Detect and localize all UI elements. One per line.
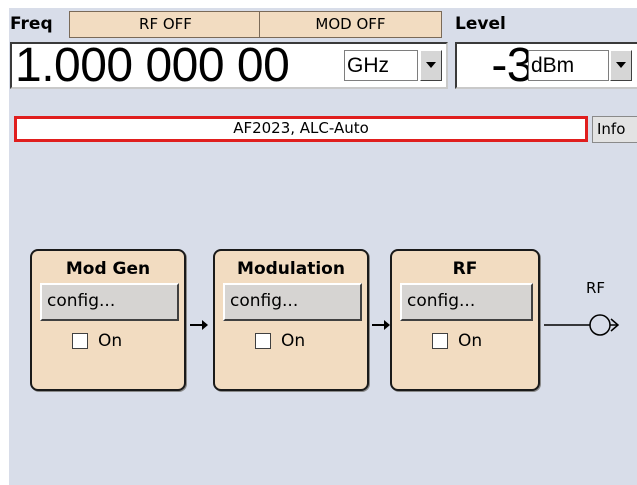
frequency-unit-dropdown-button[interactable] — [420, 50, 442, 81]
rf-config-button[interactable]: config... — [400, 283, 533, 321]
rf-off-button[interactable]: RF OFF — [69, 11, 262, 38]
level-unit-dropdown-button[interactable] — [610, 50, 632, 81]
info-button[interactable]: Info — [592, 116, 637, 143]
rf-on-checkbox[interactable] — [432, 333, 448, 349]
mod-off-button[interactable]: MOD OFF — [259, 11, 442, 38]
rf-block: RF config... On — [390, 249, 540, 391]
mod-gen-title: Mod Gen — [65, 259, 151, 279]
rf-output-connector-icon — [544, 314, 620, 336]
modulation-title: Modulation — [237, 259, 345, 279]
freq-label: Freq — [10, 14, 53, 34]
dropdown-arrow-icon — [616, 62, 626, 68]
dropdown-arrow-icon — [426, 62, 436, 68]
signal-generator-panel: Freq RF OFF MOD OFF Level 1.000 000 00 G… — [9, 8, 637, 485]
level-value[interactable]: -3 — [491, 42, 533, 90]
level-field[interactable]: -3 dBm — [455, 42, 637, 90]
rf-title: RF — [452, 259, 478, 279]
frequency-field[interactable]: 1.000 000 00 GHz — [10, 42, 448, 90]
modulation-on-label: On — [281, 331, 306, 351]
frequency-unit-select[interactable]: GHz — [344, 50, 418, 81]
level-unit-select[interactable]: dBm — [528, 50, 609, 81]
signal-arrow-icon — [190, 320, 208, 330]
mod-gen-on-checkbox[interactable] — [72, 333, 88, 349]
mod-gen-block: Mod Gen config... On — [30, 249, 186, 391]
level-label: Level — [455, 14, 506, 34]
frequency-value[interactable]: 1.000 000 00 — [15, 42, 290, 90]
signal-arrow-icon — [372, 320, 390, 330]
status-bar: AF2023, ALC-Auto — [14, 116, 588, 142]
modulation-config-button[interactable]: config... — [223, 283, 362, 321]
mod-gen-config-button[interactable]: config... — [40, 283, 179, 321]
modulation-block: Modulation config... On — [213, 249, 369, 391]
rf-output-label: RF — [586, 279, 606, 297]
modulation-on-checkbox[interactable] — [255, 333, 271, 349]
rf-on-label: On — [458, 331, 483, 351]
mod-gen-on-label: On — [98, 331, 123, 351]
